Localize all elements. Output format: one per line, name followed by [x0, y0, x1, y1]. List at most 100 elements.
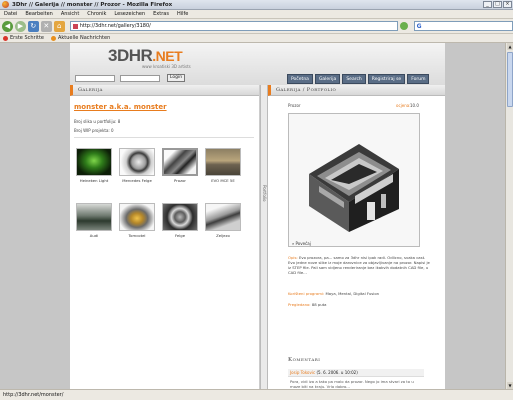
thumb-felge[interactable]: Felge	[160, 203, 200, 238]
views-value: 88 puta	[311, 302, 327, 307]
login-button[interactable]: Login	[167, 74, 185, 82]
wip-count: Broj WIP projekta: 0	[74, 128, 114, 133]
rss-icon	[50, 35, 56, 41]
thumb-mercedes-felge[interactable]: Mercedes Felge	[117, 148, 157, 183]
window-titlebar: 3Dhr // Galerija // monster // Prozor - …	[0, 0, 513, 10]
site-top-nav: Početna Galerija Search Registriraj se F…	[285, 74, 430, 84]
thumb-caption: EVO MCE 5E	[211, 178, 235, 183]
back-arrow-icon[interactable]: ◀	[2, 20, 13, 32]
main-image[interactable]	[288, 113, 420, 247]
maximize-button[interactable]: □	[493, 1, 502, 8]
window-profile-render	[289, 114, 419, 246]
nav-search[interactable]: Search	[342, 74, 366, 84]
programs-value: Maya, Mental, Digital Fusion	[325, 291, 380, 296]
scrollbar-thumb[interactable]	[507, 52, 513, 107]
search-box[interactable]: G	[413, 21, 513, 31]
scroll-down-icon[interactable]: ▼	[507, 382, 513, 389]
thumb-zeljezo[interactable]: Zeljezo	[203, 203, 243, 238]
bookmark-icon	[3, 35, 8, 41]
programs-line: Korišteni programi: Maya, Mental, Digita…	[288, 291, 433, 296]
nav-pocetna[interactable]: Početna	[287, 74, 313, 84]
address-bar[interactable]: http://3dhr.net/gallery/3180/	[69, 21, 398, 31]
menu-extras[interactable]: Extras	[153, 11, 169, 17]
bookmark-erste-schritte[interactable]: Erste Schritte	[3, 35, 44, 41]
thumb-tomcotel[interactable]: Tomcotel	[117, 203, 157, 238]
menu-ansicht[interactable]: Ansicht	[61, 11, 79, 17]
bookmark-aktuelle-nachrichten[interactable]: Aktuelle Nachrichten	[50, 35, 111, 41]
image-title: Prozor	[288, 103, 301, 108]
menu-datei[interactable]: Datei	[4, 11, 17, 17]
close-button[interactable]: ×	[503, 1, 512, 8]
thumbnail-image	[76, 203, 112, 231]
firefox-icon	[2, 1, 9, 8]
site-logo[interactable]: 3DHR.NET	[108, 46, 183, 66]
go-icon[interactable]	[399, 22, 408, 30]
status-text: http://3dhr.net/monster/	[3, 392, 64, 398]
thumb-caption: Prozor	[174, 178, 186, 183]
address-url[interactable]: http://3dhr.net/gallery/3180/	[80, 23, 151, 29]
comment-author[interactable]: Josip Tokovic	[290, 370, 315, 375]
gallery-panel: Galerija monster a.k.a. monster Broj sli…	[70, 85, 260, 389]
bookmarks-toolbar: Erste Schritte Aktuelle Nachrichten	[0, 34, 513, 43]
programs-label: Korišteni programi:	[288, 291, 325, 296]
site-container: 3DHR.NET www kroatiski 3D artists Login …	[70, 43, 445, 389]
forward-arrow-icon[interactable]: ▶	[14, 20, 26, 32]
menu-bearbeiten[interactable]: Bearbeiten	[25, 11, 52, 17]
gallery-owner-link[interactable]: monster a.k.a. monster	[74, 103, 167, 111]
nav-registriraj[interactable]: Registriraj se	[367, 74, 406, 84]
nav-forum[interactable]: Forum	[407, 74, 430, 84]
menu-chronik[interactable]: Chronik	[87, 11, 106, 17]
thumb-caption: Tomcotel	[128, 233, 146, 238]
thumb-caption: Heineken Light	[79, 178, 109, 183]
comment-header: Josip Tokovic (5. 6. 2006. u 10:02)	[288, 369, 424, 377]
site-tagline: www kroatiski 3D artists	[142, 64, 191, 69]
thumbnail-image	[162, 148, 198, 176]
minimize-button[interactable]: _	[483, 1, 492, 8]
thumb-heineken[interactable]: Heineken Light	[74, 148, 114, 183]
site-favicon-icon	[72, 23, 78, 29]
thumb-prozor[interactable]: Prozor	[160, 148, 200, 183]
logo-main: 3DHR	[108, 46, 153, 65]
logo-net: .NET	[152, 48, 183, 64]
page-viewport: 3DHR.NET www kroatiski 3D artists Login …	[0, 43, 505, 389]
window-title: 3Dhr // Galerija // monster // Prozor - …	[12, 1, 173, 8]
scroll-up-icon[interactable]: ▲	[507, 43, 513, 50]
status-bar: http://3dhr.net/monster/	[0, 389, 513, 400]
bookmark-label: Aktuelle Nachrichten	[57, 35, 111, 41]
thumb-caption: Zeljezo	[216, 233, 230, 238]
comment-date: (5. 6. 2006. u 10:02)	[316, 370, 358, 375]
views-line: Pregledano: 88 puta	[288, 302, 433, 307]
password-input[interactable]	[120, 75, 160, 82]
rating-label: ocjena:	[396, 103, 411, 108]
thumb-audi[interactable]: Audi	[74, 203, 114, 238]
zoom-link-label: Povećaj	[295, 241, 311, 246]
bookmark-label: Erste Schritte	[10, 35, 44, 41]
portfolio-section-title: Galerija / Portfolio	[268, 85, 445, 96]
navigation-toolbar: ◀ ▶ ↻ ✕ ⌂ http://3dhr.net/gallery/3180/ …	[0, 19, 513, 34]
zoom-link[interactable]: ⌕ Povećaj	[292, 241, 311, 246]
home-icon[interactable]: ⌂	[53, 20, 65, 32]
google-icon: G	[416, 22, 422, 30]
comment-text: Pora, vidi iza a tako pa malo da prozor.…	[290, 379, 414, 389]
thumbnail-image	[76, 148, 112, 176]
site-header: 3DHR.NET www kroatiski 3D artists Login …	[70, 43, 445, 85]
menu-hilfe[interactable]: Hilfe	[177, 11, 188, 17]
nav-galerija[interactable]: Galerija	[314, 74, 341, 84]
username-input[interactable]	[75, 75, 115, 82]
thumbnail-image	[205, 148, 241, 176]
rating-value: 10.0	[410, 103, 419, 108]
menu-lesezeichen[interactable]: Lesezeichen	[114, 11, 145, 17]
reload-icon[interactable]: ↻	[27, 20, 39, 32]
portfolio-side-tab[interactable]: Portfolio	[260, 85, 268, 389]
menu-bar: Datei Bearbeiten Ansicht Chronik Lesezei…	[0, 10, 513, 19]
divider	[74, 137, 254, 138]
side-tab-label: Portfolio	[262, 185, 267, 202]
stop-icon[interactable]: ✕	[40, 20, 52, 32]
views-label: Pregledano:	[288, 302, 311, 307]
thumb-evo[interactable]: EVO MCE 5E	[203, 148, 243, 183]
thumbnail-image	[162, 203, 198, 231]
vertical-scrollbar[interactable]: ▲ ▼	[505, 43, 513, 389]
portfolio-panel: Galerija / Portfolio Prozor ocjena: 10.0	[268, 85, 445, 389]
thumb-caption: Felge	[174, 233, 186, 238]
image-description: Opis: Evo prozora, pa... samo za 3dhr ni…	[288, 255, 433, 275]
